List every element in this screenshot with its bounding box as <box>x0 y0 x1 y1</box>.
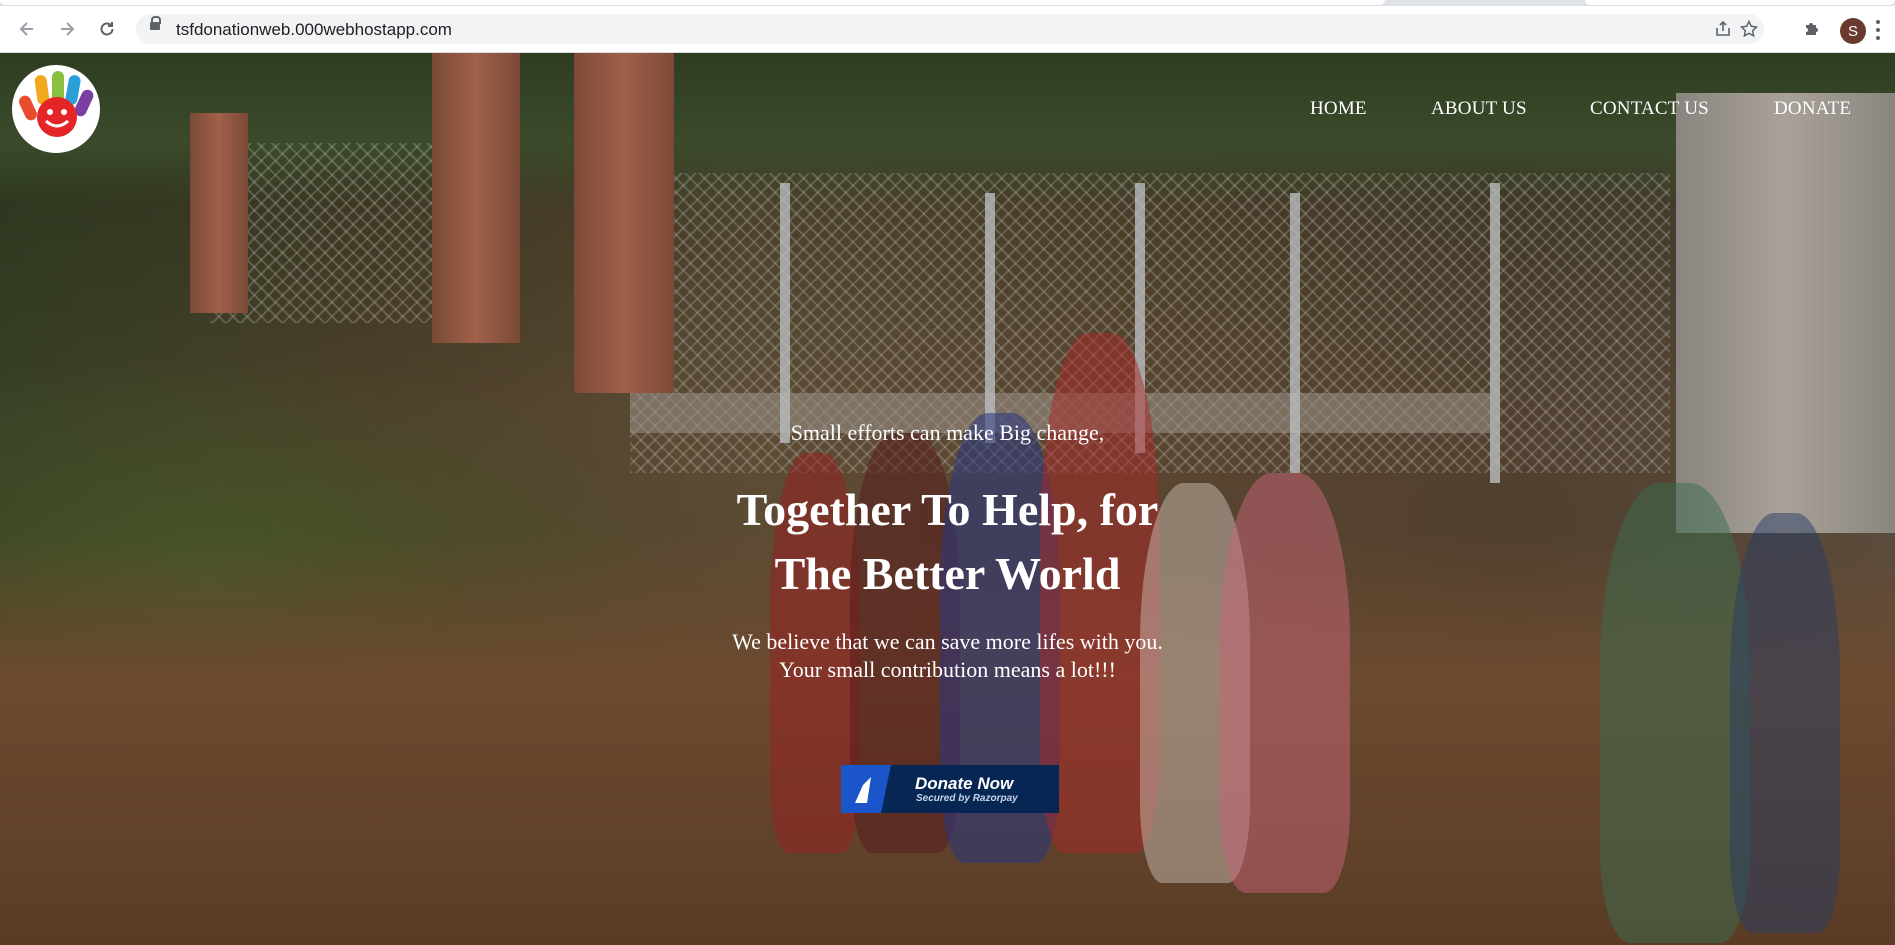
brick-pillar <box>432 53 520 343</box>
nav-donate[interactable]: DONATE <box>1774 98 1851 120</box>
brick-pillar <box>190 113 248 313</box>
stone-pillar <box>1676 93 1895 533</box>
subtext-line-2: Your small contribution means a lot!!! <box>779 657 1116 682</box>
inactive-tab-edge[interactable] <box>1585 0 1895 5</box>
active-tab-edge[interactable] <box>0 0 1385 5</box>
browser-toolbar: tsfdonationweb.000webhostapp.com S <box>0 6 1895 53</box>
fence-post <box>780 183 790 443</box>
puzzle-icon[interactable] <box>1798 16 1824 42</box>
hero-subtext: We believe that we can save more lifes w… <box>0 628 1895 684</box>
hero-headline: Together To Help, for The Better World <box>0 478 1895 606</box>
nav-about-us[interactable]: ABOUT US <box>1431 98 1527 120</box>
nav-home[interactable]: HOME <box>1310 98 1367 120</box>
address-bar[interactable]: tsfdonationweb.000webhostapp.com <box>136 14 1764 44</box>
donate-button-title: Donate Now <box>915 773 1014 793</box>
forward-arrow-icon[interactable] <box>52 14 82 44</box>
donate-button-subtitle: Secured by Razorpay <box>916 792 1018 804</box>
url-text[interactable]: tsfdonationweb.000webhostapp.com <box>176 20 452 40</box>
back-arrow-icon[interactable] <box>12 14 42 44</box>
profile-avatar[interactable]: S <box>1840 18 1866 44</box>
fence-post <box>985 193 995 443</box>
profile-initial: S <box>1847 22 1858 40</box>
razorpay-icon <box>841 765 891 813</box>
headline-line-2: The Better World <box>774 548 1121 599</box>
subtext-line-1: We believe that we can save more lifes w… <box>732 629 1163 654</box>
share-icon[interactable] <box>1712 18 1734 40</box>
brick-pillar <box>574 53 674 393</box>
reload-icon[interactable] <box>92 14 122 44</box>
kebab-menu-icon[interactable] <box>1876 20 1882 40</box>
lock-icon[interactable] <box>150 16 161 30</box>
donate-now-button[interactable]: Donate Now Secured by Razorpay <box>841 765 1059 813</box>
star-icon[interactable] <box>1738 18 1760 40</box>
hero-tagline: Small efforts can make Big change, <box>790 420 1105 445</box>
site-logo[interactable] <box>12 65 100 153</box>
headline-line-1: Together To Help, for <box>736 484 1159 535</box>
nav-contact-us[interactable]: CONTACT US <box>1590 98 1709 120</box>
